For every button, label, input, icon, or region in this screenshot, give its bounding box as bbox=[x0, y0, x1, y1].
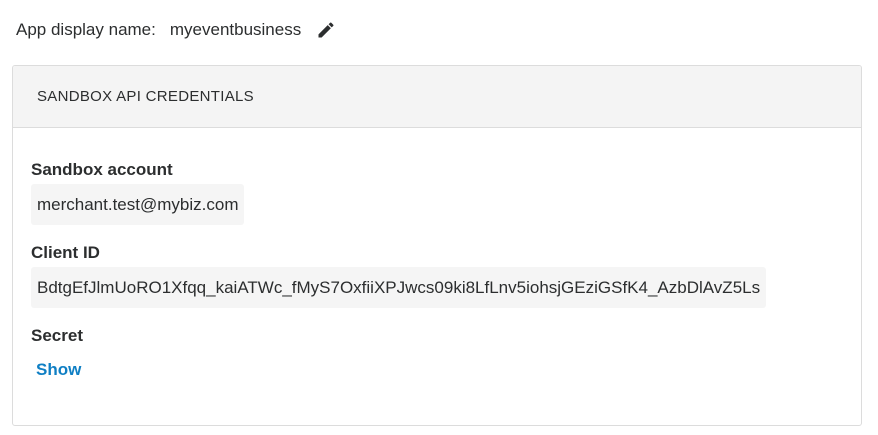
secret-show-link[interactable]: Show bbox=[36, 360, 81, 380]
sandbox-account-value[interactable]: merchant.test@mybiz.com bbox=[31, 184, 245, 225]
client-id-value[interactable]: BdtgEfJlmUoRO1Xfqq_kaiATWc_fMyS7OxfiiXPJ… bbox=[31, 267, 767, 308]
sandbox-account-label: Sandbox account bbox=[31, 160, 173, 179]
app-display-name-row: App display name: myeventbusiness bbox=[16, 16, 337, 44]
client-id-label: Client ID bbox=[31, 243, 100, 262]
secret-label: Secret bbox=[31, 326, 83, 345]
app-display-name-value: myeventbusiness bbox=[169, 20, 302, 39]
sandbox-credentials-card: SANDBOX API CREDENTIALS Sandbox account … bbox=[12, 65, 862, 426]
card-header: SANDBOX API CREDENTIALS bbox=[13, 66, 861, 128]
app-display-name-label: App display name: bbox=[16, 20, 156, 39]
pencil-icon[interactable] bbox=[315, 19, 337, 41]
